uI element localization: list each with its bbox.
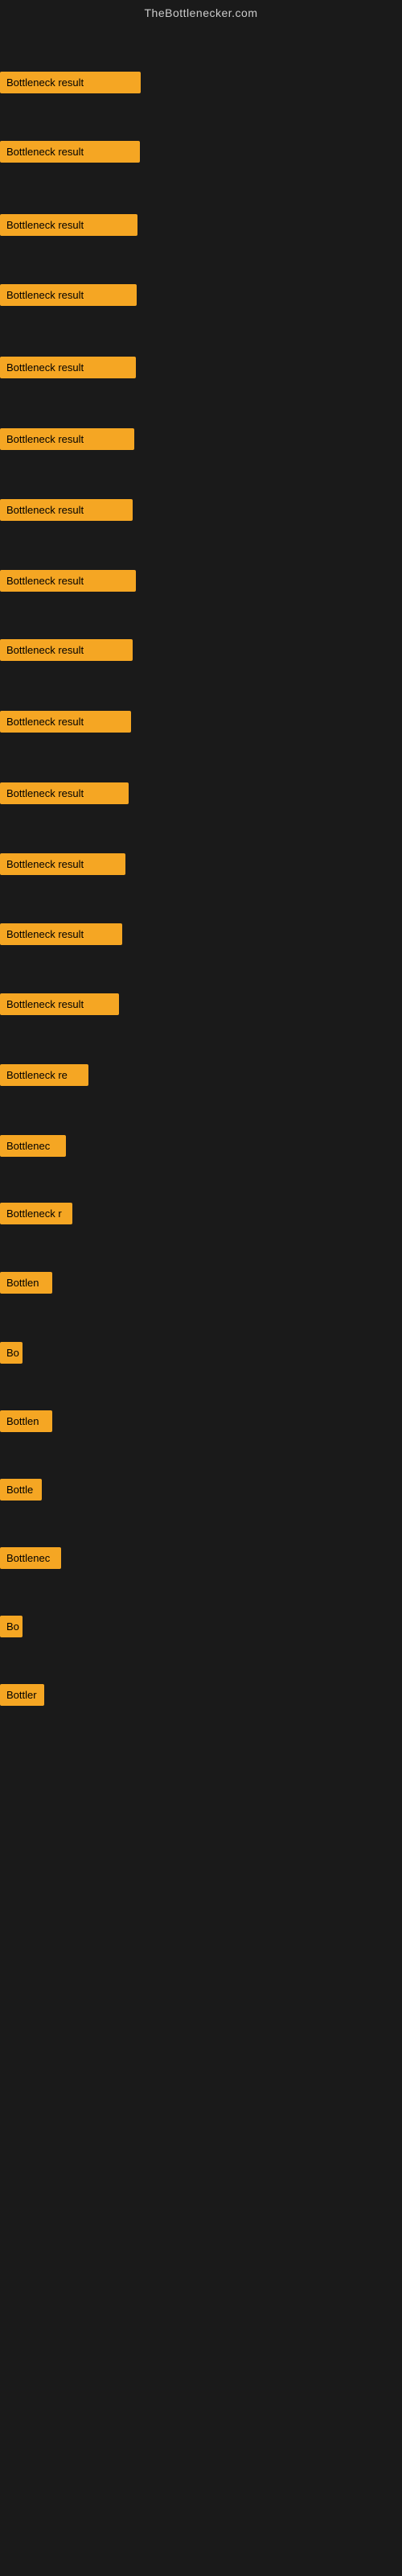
bottleneck-result-item[interactable]: Bottleneck result: [0, 499, 133, 521]
bottleneck-result-item[interactable]: Bottler: [0, 1684, 44, 1706]
bottleneck-result-item[interactable]: Bottleneck result: [0, 428, 134, 450]
bottleneck-result-item[interactable]: Bottlen: [0, 1410, 52, 1432]
bottleneck-result-item[interactable]: Bottleneck r: [0, 1203, 72, 1224]
bottleneck-result-item[interactable]: Bottleneck result: [0, 214, 137, 236]
bottleneck-result-item[interactable]: Bo: [0, 1342, 23, 1364]
bottleneck-result-item[interactable]: Bottleneck result: [0, 284, 137, 306]
bottleneck-result-item[interactable]: Bottleneck result: [0, 357, 136, 378]
bottleneck-result-item[interactable]: Bottleneck result: [0, 853, 125, 875]
bottleneck-result-item[interactable]: Bo: [0, 1616, 23, 1637]
bottleneck-result-item[interactable]: Bottleneck result: [0, 711, 131, 733]
bottleneck-result-item[interactable]: Bottle: [0, 1479, 42, 1501]
bottleneck-result-item[interactable]: Bottlenec: [0, 1547, 61, 1569]
bottleneck-result-item[interactable]: Bottlenec: [0, 1135, 66, 1157]
bottleneck-result-item[interactable]: Bottleneck result: [0, 141, 140, 163]
bottleneck-result-item[interactable]: Bottleneck result: [0, 782, 129, 804]
bottleneck-result-item[interactable]: Bottlen: [0, 1272, 52, 1294]
bottleneck-result-item[interactable]: Bottleneck re: [0, 1064, 88, 1086]
bottleneck-result-item[interactable]: Bottleneck result: [0, 72, 141, 93]
site-title: TheBottlenecker.com: [0, 0, 402, 26]
bottleneck-result-item[interactable]: Bottleneck result: [0, 923, 122, 945]
bottleneck-result-item[interactable]: Bottleneck result: [0, 639, 133, 661]
bottleneck-result-item[interactable]: Bottleneck result: [0, 993, 119, 1015]
bottleneck-result-item[interactable]: Bottleneck result: [0, 570, 136, 592]
